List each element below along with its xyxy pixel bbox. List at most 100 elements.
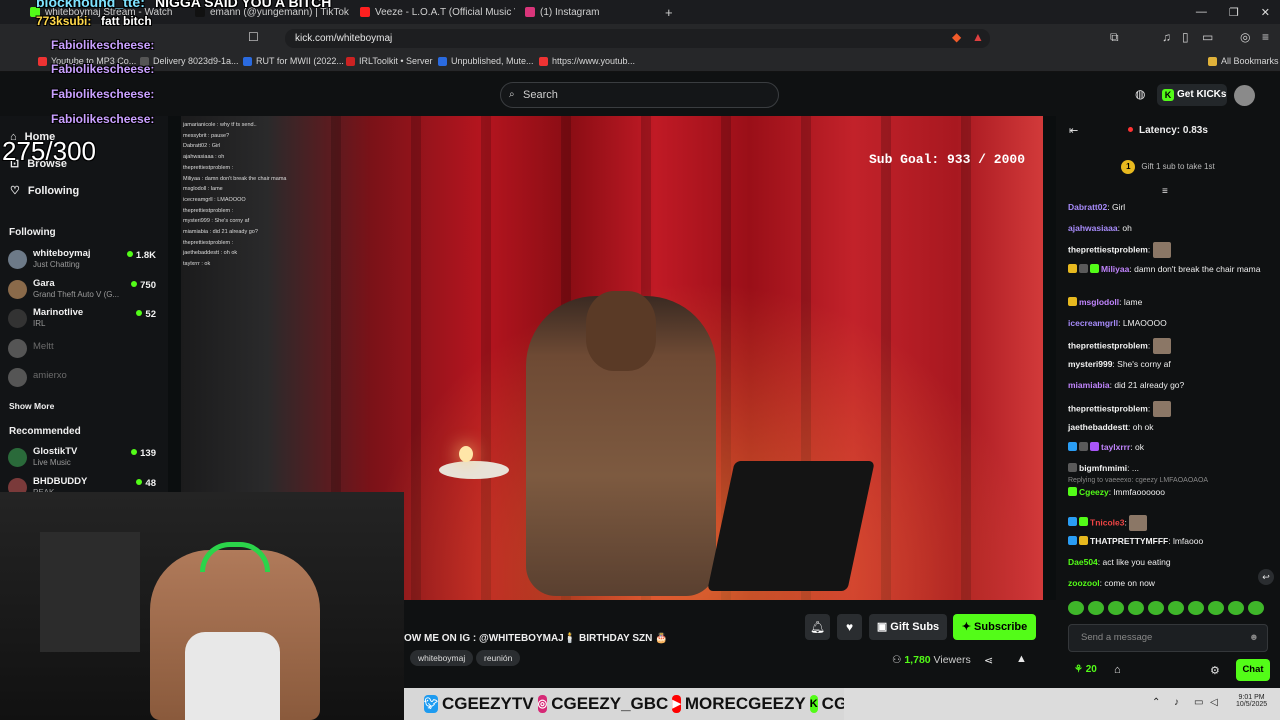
menu-icon[interactable]: ≡ [1262,30,1269,44]
emoji-icon[interactable]: ☻ [1249,625,1259,651]
browser-tab[interactable]: Veeze - L.O.A.T (Official Music Video) [350,0,515,24]
all-bookmarks[interactable]: All Bookmarks [1208,56,1279,66]
latency-indicator: Latency: 0.83s [1128,125,1208,136]
lamp [459,446,473,462]
channel-points[interactable]: ⚘ 20 [1074,664,1097,675]
chat-text: damn don't break the chair mama [1134,264,1261,274]
bookmark-item[interactable]: Delivery 8023d9-1a... [140,56,239,66]
store-icon[interactable]: ⌂ [1114,664,1121,676]
collapse-chat-icon[interactable]: ⇤ [1069,124,1078,137]
bookmark-item[interactable]: RUT for MWII (2022... [243,56,344,66]
sidebar-channel[interactable]: Marinotlive IRL 52 [8,306,160,334]
bookmark-item[interactable]: IRLToolkit • Server [346,56,433,66]
sidebar-icon[interactable]: ▯ [1182,30,1189,44]
chat-username[interactable]: theprettiestproblem [1068,403,1148,413]
tag-whiteboymaj[interactable]: whiteboymaj [410,650,474,666]
show-more-button[interactable]: Show More [9,401,54,411]
chat-username[interactable]: msglodoll [1079,297,1119,307]
chat-panel: ⇤ Latency: 0.83s 1 Gift 1 sub to take 1st… [1056,116,1280,688]
user-avatar[interactable] [1234,85,1255,106]
gift-leaderboard[interactable]: 1 Gift 1 sub to take 1st [1056,154,1280,180]
maximize-button[interactable]: ❐ [1229,6,1239,19]
bookmark-label: RUT for MWII (2022... [256,56,344,66]
clock[interactable]: 9:01 PM 10/5/2025 [1236,694,1267,708]
chat-username[interactable]: icecreamgrll [1068,318,1118,328]
tag-reunion[interactable]: reunión [476,650,521,666]
chat-message: theprettiestproblem: [1068,338,1274,354]
ai-icon[interactable]: ◍ [1135,87,1145,101]
mic-icon[interactable]: ♪ [1174,697,1179,708]
nav-following[interactable]: ♡ Following [10,184,79,198]
chat-username[interactable]: jaethebaddestt [1068,422,1128,432]
minimize-button[interactable]: — [1196,6,1207,18]
chat-username[interactable]: Tnicole3 [1090,517,1124,527]
url-input[interactable]: kick.com/whiteboymaj [285,29,990,48]
follow-heart-button[interactable]: ♥ [837,614,862,640]
channel-name: Marinotlive [33,307,84,318]
gift-subs-button[interactable]: ▣ Gift Subs [869,614,947,640]
bookmark-label: IRLToolkit • Server [359,56,433,66]
chat-username[interactable]: THATPRETTYMFFF [1090,536,1168,546]
chat-message: Replying to vaeeexo: cgeezy LMFAOAOAOA Cg… [1068,477,1274,498]
chat-username[interactable]: ajahwasiaaa [1068,223,1118,233]
share-icon[interactable]: ⋖ [984,654,993,667]
vpn-icon[interactable]: ◎ [1240,30,1250,44]
report-icon[interactable]: ▲ [1016,653,1027,665]
tray-chevron-icon[interactable]: ⌃ [1152,697,1160,708]
overlay-chat-line: miamiabia : did 21 already go? [183,229,258,236]
bookmark-item[interactable]: Unpublished, Mute... [438,56,534,66]
recommended-header: Recommended [9,426,81,437]
notification-bell-button[interactable]: 🔔︎ [805,614,830,640]
chat-emote-icon [1152,338,1171,354]
emote-row[interactable] [1068,601,1274,617]
chat-username[interactable]: theprettiestproblem [1068,244,1148,254]
search-input[interactable]: ⌕ Search [500,82,779,108]
sidebar-channel[interactable]: whiteboymaj Just Chatting 1.8K [8,247,160,275]
browser-tab[interactable]: (1) Instagram [515,0,680,24]
youtube-icon: ▶ [672,695,681,713]
channel-viewers: 750 [131,280,156,291]
subscribe-button[interactable]: ✦ Subscribe [953,614,1036,640]
brave-rewards-icon[interactable]: ▲ [972,30,984,44]
chat-input[interactable]: Send a message ☻ [1068,624,1268,652]
settings-icon[interactable]: ⚙ [1210,664,1220,677]
scroll-to-bottom-icon[interactable]: ↩ [1258,569,1274,585]
chat-username[interactable]: Dae504 [1068,557,1098,567]
close-window-button[interactable]: ✕ [1261,6,1270,19]
chat-text: ok [1135,442,1145,452]
user-badge-icon [1090,442,1099,451]
bookmark-item[interactable]: https://www.youtub... [539,56,635,66]
chat-username[interactable]: Miliyaa [1101,264,1129,274]
chat-username[interactable]: taylxrrr [1101,442,1130,452]
chat-username[interactable]: mysteri999 [1068,359,1112,369]
pinned-toggle-icon[interactable]: ≡ [1162,186,1168,197]
wallet-icon[interactable]: ▭ [1202,30,1213,44]
star-icon: ✦ [961,621,975,633]
new-tab-button[interactable]: + [665,5,673,20]
bookmark-favicon-icon [438,56,447,66]
volume-icon[interactable]: ◁ [1210,697,1218,708]
extensions-icon[interactable]: ⧉ [1110,30,1119,45]
sidebar-channel[interactable]: Meltt [8,336,160,364]
chat-message: icecreamgrll: LMAOOOO [1068,318,1167,328]
user-badge-icon [1079,264,1088,273]
brave-shield-icon[interactable]: ◆ [952,30,961,44]
sidebar-channel[interactable]: Gara Grand Theft Auto V (G... 750 [8,277,160,305]
channel-name: BHDBUDDY [33,475,88,487]
chat-username[interactable]: zoozool [1068,578,1100,588]
chat-username[interactable]: miamiabia [1068,380,1110,390]
chat-username[interactable]: theprettiestproblem [1068,340,1148,350]
chat-message: Tnicole3: [1068,515,1274,531]
bookmark-star-icon[interactable]: ☐ [248,30,259,44]
chat-message: miamiabia: did 21 already go? [1068,380,1185,390]
chat-username[interactable]: bigmfnmimi [1079,463,1127,473]
chat-send-button[interactable]: Chat [1236,659,1270,681]
display-icon[interactable]: ▭ [1194,697,1203,708]
sidebar-channel[interactable]: GlostikTV Live Music 139 [8,445,160,473]
media-icon[interactable]: ♫ [1162,30,1171,44]
sidebar-channel[interactable]: amierxo [8,365,160,393]
chat-username[interactable]: Dabratt02 [1068,202,1107,212]
chat-username[interactable]: Cgeezy [1079,487,1109,497]
get-kicks-button[interactable]: K Get KICKs [1157,84,1227,106]
twitter-handle: CGEEZYTV [441,694,534,713]
